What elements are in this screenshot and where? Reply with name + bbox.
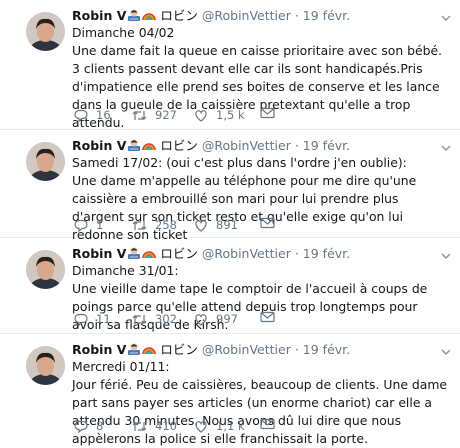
envelope-icon xyxy=(260,311,275,323)
retweet-icon xyxy=(132,220,147,230)
tweet-header: Robin V ロビン @RobinVettier · 19 févr. xyxy=(72,8,350,24)
direct-message-button[interactable] xyxy=(260,107,283,119)
tweet-header: Robin V ロビン @RobinVettier · 19 févr. xyxy=(72,246,350,262)
name-katakana: ロビン xyxy=(160,138,198,153)
retweet-button[interactable]: 927 xyxy=(132,107,177,123)
like-button[interactable]: 891 xyxy=(194,217,238,233)
tweet-date[interactable]: 19 févr. xyxy=(303,246,350,261)
retweet-button[interactable]: 302 xyxy=(132,311,177,327)
user-handle[interactable]: @RobinVettier xyxy=(202,138,291,153)
chevron-down-icon[interactable] xyxy=(440,247,452,260)
like-count: 1,1 k xyxy=(216,419,245,433)
heart-icon xyxy=(195,109,207,122)
tweet-text: Samedi 17/02: (oui c'est plus dans l'ord… xyxy=(72,155,417,242)
name-katakana: ロビン xyxy=(160,246,198,261)
reply-icon xyxy=(74,109,88,122)
envelope-icon xyxy=(260,217,275,229)
avatar[interactable] xyxy=(26,12,65,51)
user-handle[interactable]: @RobinVettier xyxy=(202,342,291,357)
avatar[interactable] xyxy=(26,142,65,181)
heart-icon xyxy=(195,313,207,326)
reply-icon xyxy=(74,420,88,433)
tweet-date[interactable]: 19 févr. xyxy=(303,138,350,153)
tweet[interactable]: Robin V ロビン @RobinVettier · 19 févr. Mer… xyxy=(0,334,460,446)
retweet-count: 302 xyxy=(155,312,177,326)
retweet-count: 258 xyxy=(155,218,177,232)
display-name[interactable]: Robin V xyxy=(72,342,126,357)
user-handle[interactable]: @RobinVettier xyxy=(202,8,291,23)
direct-message-button[interactable] xyxy=(260,311,283,323)
heart-icon xyxy=(195,420,207,433)
heart-icon xyxy=(195,219,207,232)
reply-count: 1 xyxy=(96,218,104,232)
envelope-icon xyxy=(260,107,275,119)
reply-button[interactable]: 11 xyxy=(74,311,111,327)
retweet-icon xyxy=(132,110,147,120)
separator-dot: · xyxy=(294,138,299,153)
tweet[interactable]: Robin V ロビン @RobinVettier · 19 févr. Sam… xyxy=(0,130,460,242)
retweet-button[interactable]: 410 xyxy=(132,418,177,434)
separator-dot: · xyxy=(294,342,299,357)
direct-message-button[interactable] xyxy=(260,418,283,430)
separator-dot: · xyxy=(294,8,299,23)
display-name[interactable]: Robin V xyxy=(72,246,126,261)
reply-count: 16 xyxy=(96,108,111,122)
name-katakana: ロビン xyxy=(160,342,198,357)
retweet-icon xyxy=(132,314,147,324)
retweet-count: 927 xyxy=(155,108,177,122)
chevron-down-icon[interactable] xyxy=(440,343,452,356)
display-name[interactable]: Robin V xyxy=(72,8,126,23)
reply-count: 8 xyxy=(96,419,104,433)
envelope-icon xyxy=(260,418,275,430)
like-button[interactable]: 1,1 k xyxy=(194,418,245,434)
avatar[interactable] xyxy=(26,346,65,385)
reply-button[interactable]: 1 xyxy=(74,217,103,233)
direct-message-button[interactable] xyxy=(260,217,283,229)
reply-button[interactable]: 8 xyxy=(74,418,103,434)
like-count: 891 xyxy=(216,218,238,232)
separator-dot: · xyxy=(294,246,299,261)
reply-icon xyxy=(74,313,88,326)
tweet[interactable]: Robin V ロビン @RobinVettier · 19 févr. Dim… xyxy=(0,238,460,334)
reply-button[interactable]: 16 xyxy=(74,107,111,123)
retweet-icon xyxy=(132,421,147,431)
like-button[interactable]: 1,5 k xyxy=(194,107,245,123)
retweet-button[interactable]: 258 xyxy=(132,217,177,233)
tweet-text: Dimanche 31/01: Une vieille dame tape le… xyxy=(72,263,428,332)
tweet[interactable]: Robin V ロビン @RobinVettier · 19 févr. Dim… xyxy=(0,0,460,130)
reply-icon xyxy=(74,219,88,232)
tweet-header: Robin V ロビン @RobinVettier · 19 févr. xyxy=(72,342,350,358)
display-name[interactable]: Robin V xyxy=(72,138,126,153)
tweet-text: Mercredi 01/11: Jour férié. Peu de caiss… xyxy=(72,359,448,446)
reply-count: 11 xyxy=(96,312,111,326)
retweet-count: 410 xyxy=(155,419,177,433)
tweet-thread: Robin V ロビン @RobinVettier · 19 févr. Dim… xyxy=(0,0,460,446)
chevron-down-icon[interactable] xyxy=(440,9,452,22)
like-count: 997 xyxy=(216,312,238,326)
tweet-date[interactable]: 19 févr. xyxy=(303,8,350,23)
name-katakana: ロビン xyxy=(160,8,198,23)
tweet-date[interactable]: 19 févr. xyxy=(303,342,350,357)
chevron-down-icon[interactable] xyxy=(440,139,452,152)
like-button[interactable]: 997 xyxy=(194,311,238,327)
like-count: 1,5 k xyxy=(216,108,245,122)
tweet-header: Robin V ロビン @RobinVettier · 19 févr. xyxy=(72,138,350,154)
user-handle[interactable]: @RobinVettier xyxy=(202,246,291,261)
avatar[interactable] xyxy=(26,250,65,289)
